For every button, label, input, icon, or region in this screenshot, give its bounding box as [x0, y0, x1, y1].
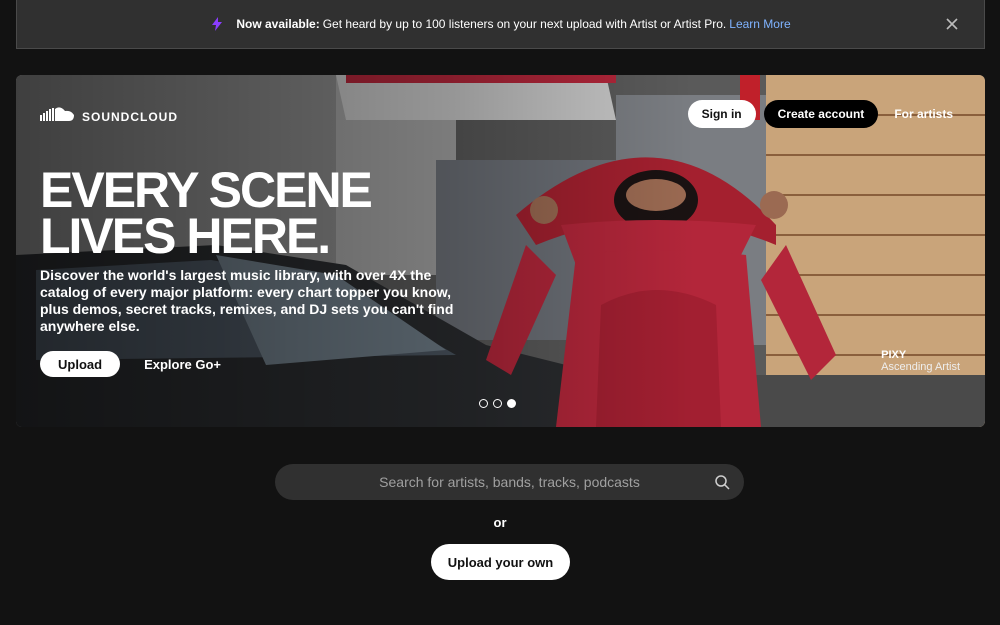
top-nav: Sign in Create account For artists [687, 100, 961, 128]
sign-in-button[interactable]: Sign in [687, 100, 756, 128]
artist-role: Ascending Artist [881, 361, 960, 373]
upload-button[interactable]: Upload [40, 351, 121, 377]
hero-headline: EVERY SCENE LIVES HERE. [40, 162, 373, 264]
featured-artist[interactable]: PIXY Ascending Artist [881, 349, 960, 373]
headline-line-2: LIVES HERE. [40, 208, 331, 264]
explore-go-plus-link[interactable]: Explore Go+ [144, 357, 221, 372]
soundcloud-logo[interactable]: SOUNDCLOUD [40, 106, 178, 127]
search-input[interactable] [319, 474, 700, 490]
upload-your-own-button[interactable]: Upload your own [431, 544, 570, 580]
hero-actions: Upload Explore Go+ [40, 351, 221, 377]
hero-carousel: SOUNDCLOUD Sign in Create account For ar… [16, 75, 985, 427]
for-artists-link[interactable]: For artists [886, 100, 961, 128]
banner-text: Get heard by up to 100 listeners on your… [322, 17, 727, 31]
headline-line-1: EVERY SCENE [40, 162, 373, 218]
logo-text: SOUNDCLOUD [82, 109, 178, 124]
banner-strong-text: Now available: [236, 17, 320, 31]
soundcloud-logo-icon [40, 106, 76, 127]
or-separator: or [493, 515, 507, 530]
create-account-button[interactable]: Create account [763, 100, 879, 128]
lightning-icon [210, 17, 224, 31]
close-icon[interactable] [944, 16, 960, 32]
carousel-dot-2[interactable] [493, 399, 502, 408]
carousel-dot-1[interactable] [479, 399, 488, 408]
artist-name: PIXY [881, 349, 907, 361]
search-icon[interactable] [714, 474, 730, 490]
search-bar [275, 464, 744, 500]
carousel-dot-3[interactable] [507, 399, 516, 408]
carousel-dots [479, 399, 516, 408]
hero-subtitle: Discover the world's largest music libra… [40, 267, 454, 334]
announcement-banner: Now available: Get heard by up to 100 li… [16, 0, 985, 49]
learn-more-link[interactable]: Learn More [729, 17, 790, 31]
